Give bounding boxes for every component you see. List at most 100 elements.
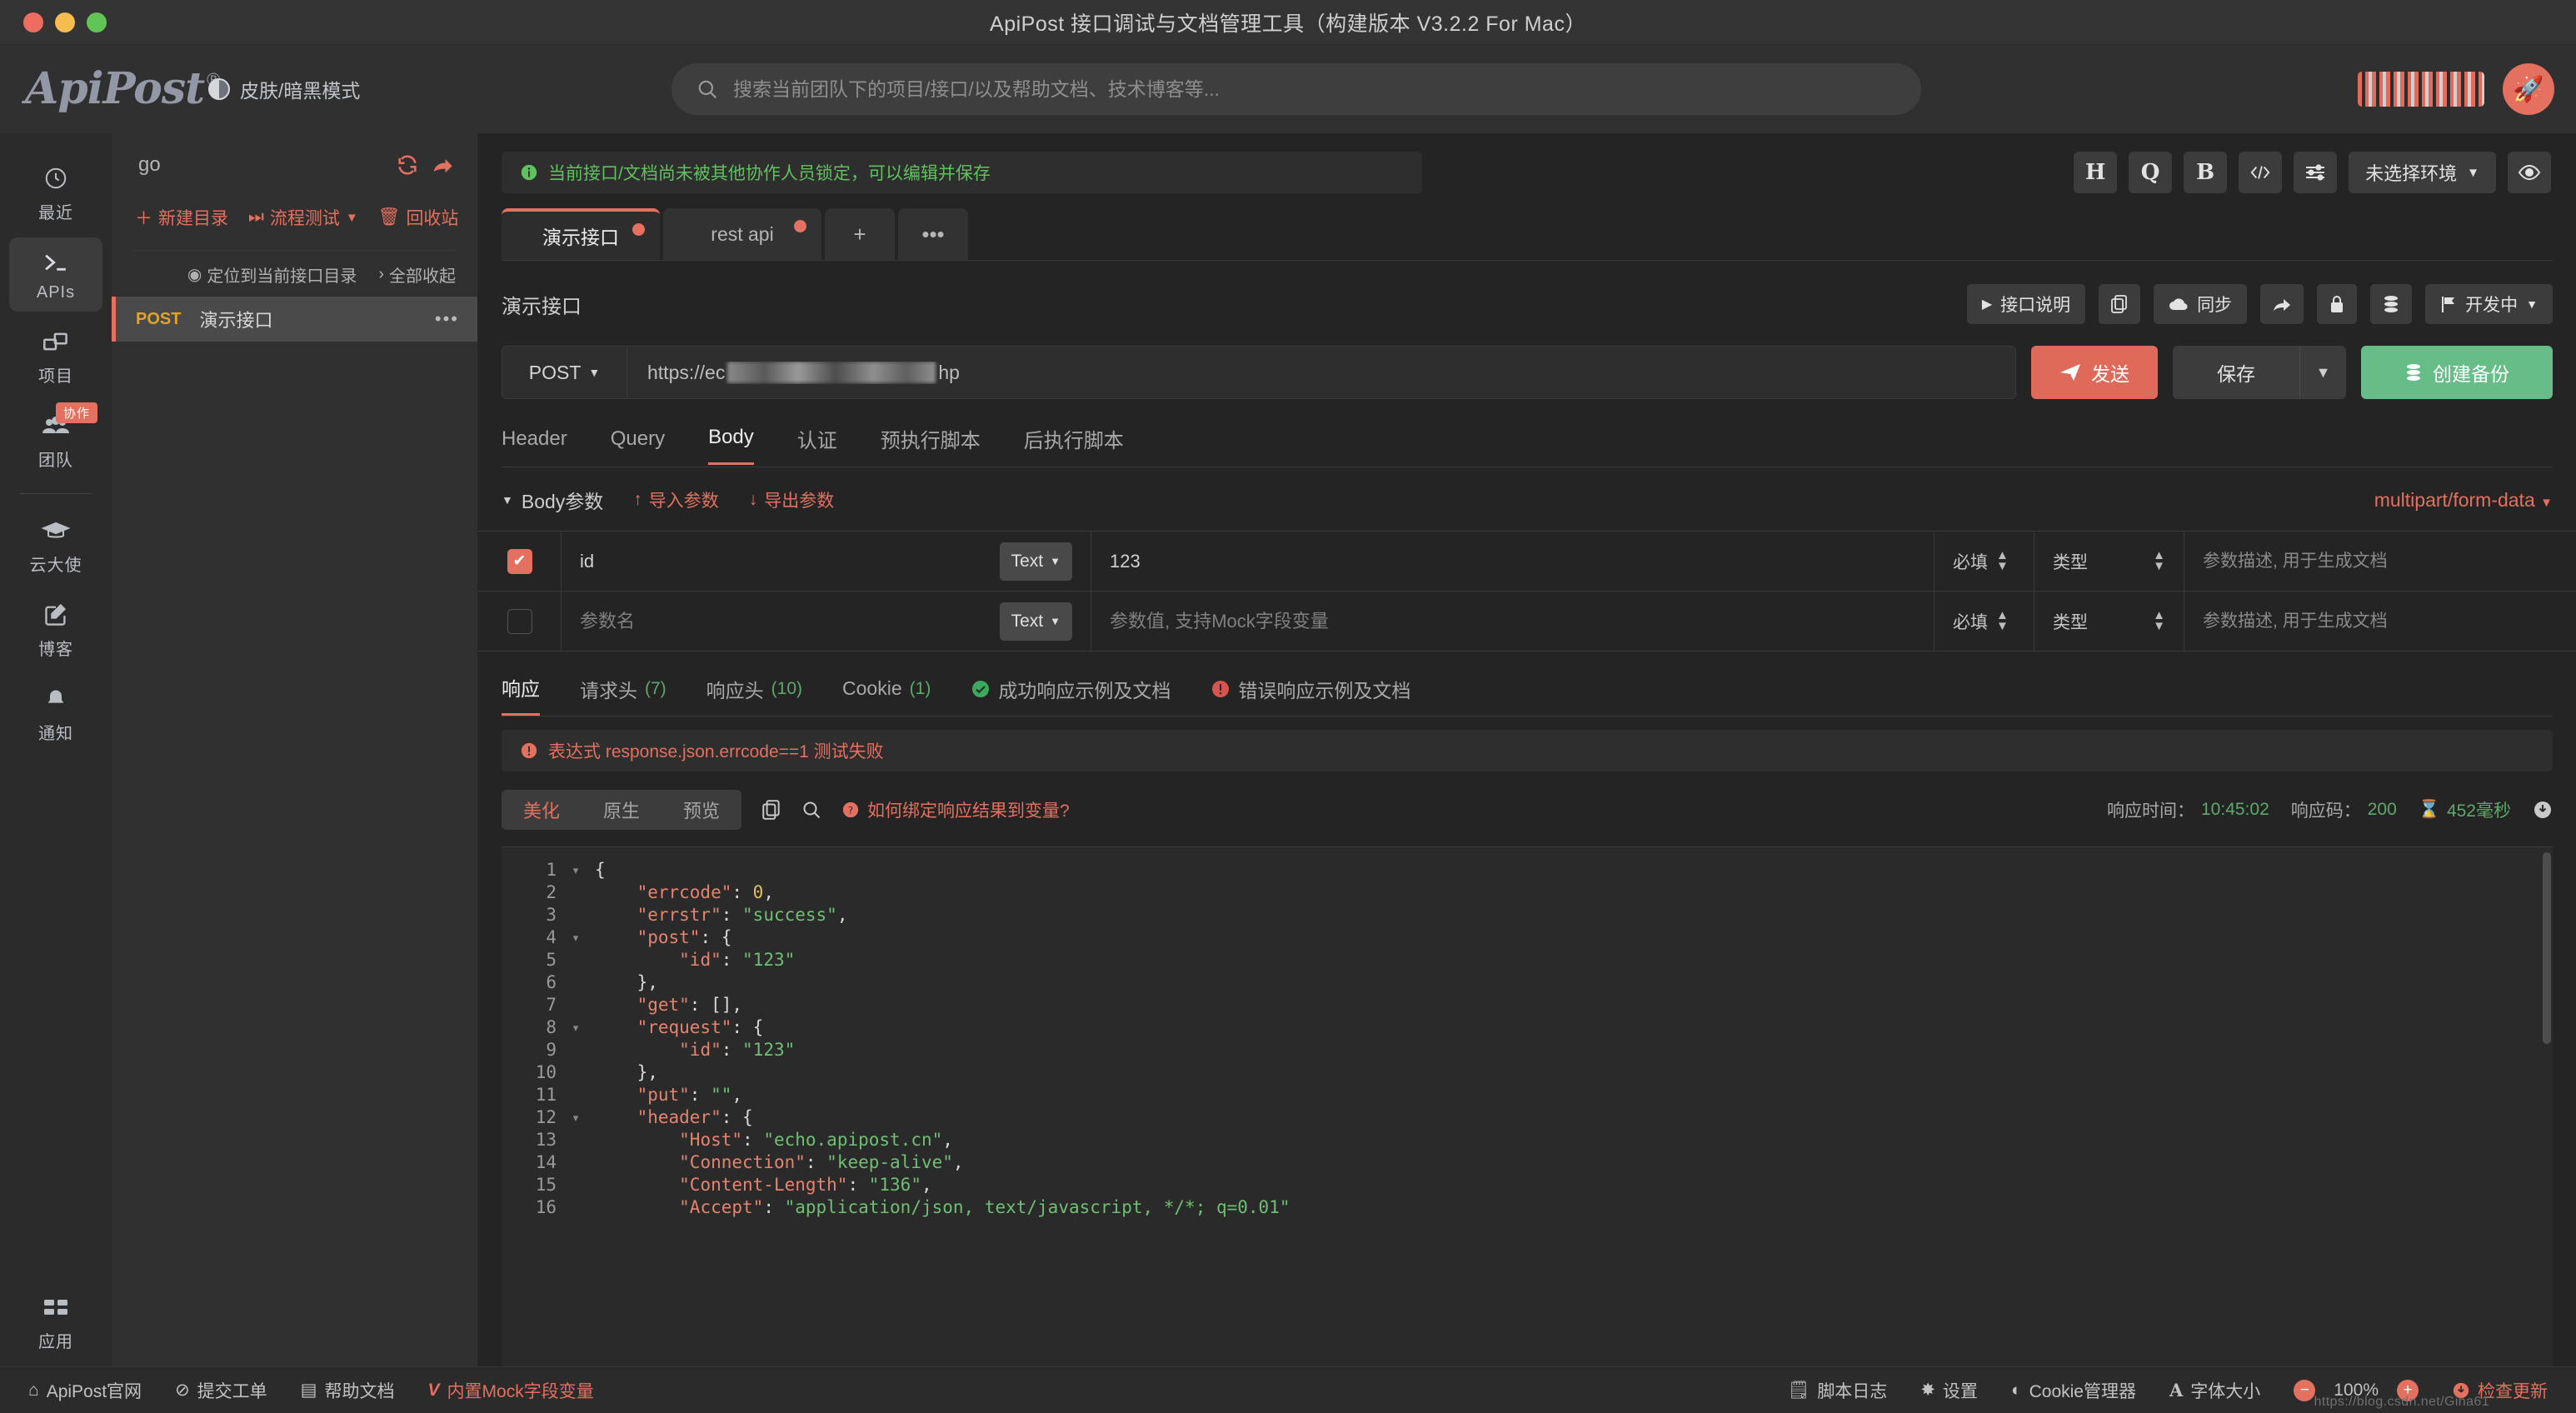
tab-response[interactable]: 响应 bbox=[502, 673, 540, 716]
zoom-out-button[interactable]: − bbox=[2294, 1379, 2316, 1401]
fold-markers[interactable]: ▾ ▾ ▾ ▾ bbox=[565, 847, 587, 1366]
tab-header[interactable]: Header bbox=[502, 427, 567, 464]
sidebar-item-ambassador[interactable]: 云大使 bbox=[9, 506, 102, 585]
content-type-select[interactable]: multipart/form-data ▼ bbox=[2374, 489, 2553, 512]
tab-post-script[interactable]: 后执行脚本 bbox=[1024, 424, 1124, 467]
tree-row-api[interactable]: POST 演示接口 ••• bbox=[112, 297, 477, 342]
param-desc-input[interactable] bbox=[2203, 551, 2558, 572]
create-backup-label: 创建备份 bbox=[2433, 363, 2509, 385]
param-vartype-cell[interactable]: 类型 ▲ ▼ bbox=[2034, 592, 2184, 651]
param-name-input[interactable] bbox=[580, 550, 988, 572]
flow-test-button[interactable]: ⏭ 流程测试 ▼ bbox=[248, 205, 358, 230]
vertical-scrollbar[interactable] bbox=[2543, 852, 2551, 1044]
search-box[interactable] bbox=[671, 63, 1921, 115]
param-required-cell[interactable]: 必填 ▲ ▼ bbox=[1934, 592, 2034, 651]
save-options-button[interactable]: ▼ bbox=[2299, 346, 2346, 399]
recycle-bin-button[interactable]: 🗑 回收站 bbox=[378, 205, 459, 230]
help-docs-link[interactable]: ▤ 帮助文档 bbox=[301, 1378, 395, 1403]
tab-request-headers[interactable]: 请求头 (7) bbox=[580, 675, 666, 715]
param-value-input[interactable] bbox=[1110, 610, 1915, 632]
eye-button[interactable] bbox=[2508, 152, 2551, 193]
download-response-button[interactable] bbox=[2533, 800, 2553, 820]
sidebar-item-blog[interactable]: 博客 bbox=[9, 590, 102, 669]
body-params-title[interactable]: ▼ Body参数 bbox=[502, 486, 603, 514]
tab-options-button[interactable]: ••• bbox=[898, 208, 968, 260]
url-input[interactable]: https://ec redacted hp bbox=[627, 362, 2015, 384]
sidebar-item-notice[interactable]: 通知 bbox=[9, 674, 102, 753]
api-status-select[interactable]: 开发中 ▼ bbox=[2425, 284, 2553, 324]
tab-rest-api[interactable]: rest api bbox=[663, 208, 821, 260]
submit-ticket-link[interactable]: ⊘ 提交工单 bbox=[175, 1378, 267, 1403]
tab-query[interactable]: Query bbox=[611, 427, 665, 464]
create-backup-button[interactable]: 创建备份 bbox=[2361, 346, 2553, 399]
zoom-in-button[interactable]: + bbox=[2397, 1379, 2419, 1401]
tab-body[interactable]: Body bbox=[708, 426, 754, 465]
save-button[interactable]: 保存 bbox=[2173, 346, 2299, 399]
locate-current-api-button[interactable]: ◉ 定位到当前接口目录 bbox=[187, 262, 357, 287]
tab-cookie[interactable]: Cookie (1) bbox=[842, 677, 931, 711]
search-input[interactable] bbox=[733, 77, 1896, 101]
settings-button[interactable]: ✸ 设置 bbox=[1920, 1378, 1978, 1403]
copy-api-button[interactable] bbox=[2099, 284, 2141, 324]
http-method-select[interactable]: POST ▼ bbox=[502, 347, 627, 398]
sidebar-item-apis[interactable]: APIs bbox=[9, 237, 102, 312]
copy-response-button[interactable] bbox=[761, 799, 781, 821]
promo-banner[interactable] bbox=[2358, 72, 2484, 107]
param-type-select[interactable]: Text ▼ bbox=[999, 602, 1072, 641]
export-params-button[interactable]: ↓ 导出参数 bbox=[749, 487, 835, 512]
script-log-button[interactable]: 🗒 脚本日志 bbox=[1788, 1378, 1888, 1403]
lock-api-button[interactable] bbox=[2317, 284, 2358, 324]
refresh-icon[interactable] bbox=[396, 153, 419, 177]
response-code-viewer[interactable]: 1 2 3 4 5 6 7 8 9 10 11 12 13 14 15 16 ▾ ▾ ▾ ▾ { "errco… bbox=[502, 846, 2553, 1366]
param-required-cell[interactable]: 必填 ▲ ▼ bbox=[1934, 532, 2034, 591]
code-button[interactable] bbox=[2239, 152, 2283, 193]
tab-demo-api[interactable]: 演示接口 bbox=[502, 208, 660, 260]
tab-response-headers[interactable]: 响应头 (10) bbox=[706, 675, 802, 715]
view-mode-preview[interactable]: 预览 bbox=[661, 790, 741, 830]
tab-pre-script[interactable]: 预执行脚本 bbox=[881, 424, 981, 467]
tab-error-example[interactable]: 错误响应示例及文档 bbox=[1211, 675, 1410, 715]
skin-mode-toggle[interactable]: 皮肤/暗黑模式 bbox=[208, 75, 360, 103]
sidebar-item-apps[interactable]: 应用 bbox=[9, 1282, 102, 1361]
import-params-button[interactable]: ↑ 导入参数 bbox=[633, 487, 719, 512]
response-duration-value: 452毫秒 bbox=[2446, 801, 2511, 821]
param-vartype-cell[interactable]: 类型 ▲ ▼ bbox=[2034, 532, 2184, 591]
environment-select[interactable]: 未选择环境 ▼ bbox=[2349, 152, 2496, 193]
url-prefix: https://ec bbox=[647, 361, 726, 383]
check-update-button[interactable]: 检查更新 bbox=[2452, 1378, 2548, 1403]
h-button[interactable]: H bbox=[2074, 152, 2118, 193]
share-api-button[interactable] bbox=[2260, 284, 2304, 324]
param-name-input[interactable] bbox=[580, 610, 988, 632]
param-checkbox[interactable] bbox=[507, 608, 532, 634]
mock-database-button[interactable] bbox=[2370, 284, 2413, 324]
view-mode-pretty[interactable]: 美化 bbox=[502, 790, 582, 830]
view-mode-raw[interactable]: 原生 bbox=[582, 790, 661, 830]
more-options-icon[interactable]: ••• bbox=[435, 308, 459, 330]
official-site-link[interactable]: ⌂ ApiPost官网 bbox=[28, 1378, 142, 1403]
cookie-manager-button[interactable]: ◐ Cookie管理器 bbox=[2011, 1378, 2136, 1403]
param-value-input[interactable] bbox=[1110, 550, 1915, 572]
bind-variable-help-link[interactable]: ? 如何绑定响应结果到变量? bbox=[841, 797, 1070, 822]
tab-success-example[interactable]: 成功响应示例及文档 bbox=[971, 675, 1171, 715]
url-suffix: hp bbox=[938, 361, 960, 383]
settings-sliders-button[interactable] bbox=[2294, 152, 2338, 193]
param-desc-input[interactable] bbox=[2203, 611, 2558, 632]
sync-button[interactable]: 同步 bbox=[2154, 284, 2248, 324]
search-response-button[interactable] bbox=[801, 800, 821, 820]
share-icon[interactable] bbox=[431, 153, 454, 177]
mock-variables-link[interactable]: V 内置Mock字段变量 bbox=[428, 1378, 594, 1403]
api-description-button[interactable]: ▶ 接口说明 bbox=[1966, 284, 2086, 324]
new-folder-button[interactable]: ＋ 新建目录 bbox=[135, 205, 228, 230]
sidebar-item-recent[interactable]: 最近 bbox=[9, 153, 102, 232]
rocket-icon[interactable]: 🚀 bbox=[2503, 63, 2554, 115]
param-type-select[interactable]: Text ▼ bbox=[999, 542, 1072, 581]
send-button[interactable]: 发送 bbox=[2031, 346, 2158, 399]
q-button[interactable]: Q bbox=[2129, 152, 2173, 193]
tab-auth[interactable]: 认证 bbox=[797, 424, 837, 467]
collapse-all-button[interactable]: › 全部收起 bbox=[378, 262, 456, 287]
new-tab-button[interactable]: + bbox=[825, 208, 895, 260]
sidebar-item-project[interactable]: 项目 bbox=[9, 317, 102, 396]
param-checkbox[interactable]: ✔ bbox=[507, 548, 532, 574]
sidebar-item-team[interactable]: 协作 团队 bbox=[9, 401, 102, 480]
b-button[interactable]: B bbox=[2184, 152, 2228, 193]
